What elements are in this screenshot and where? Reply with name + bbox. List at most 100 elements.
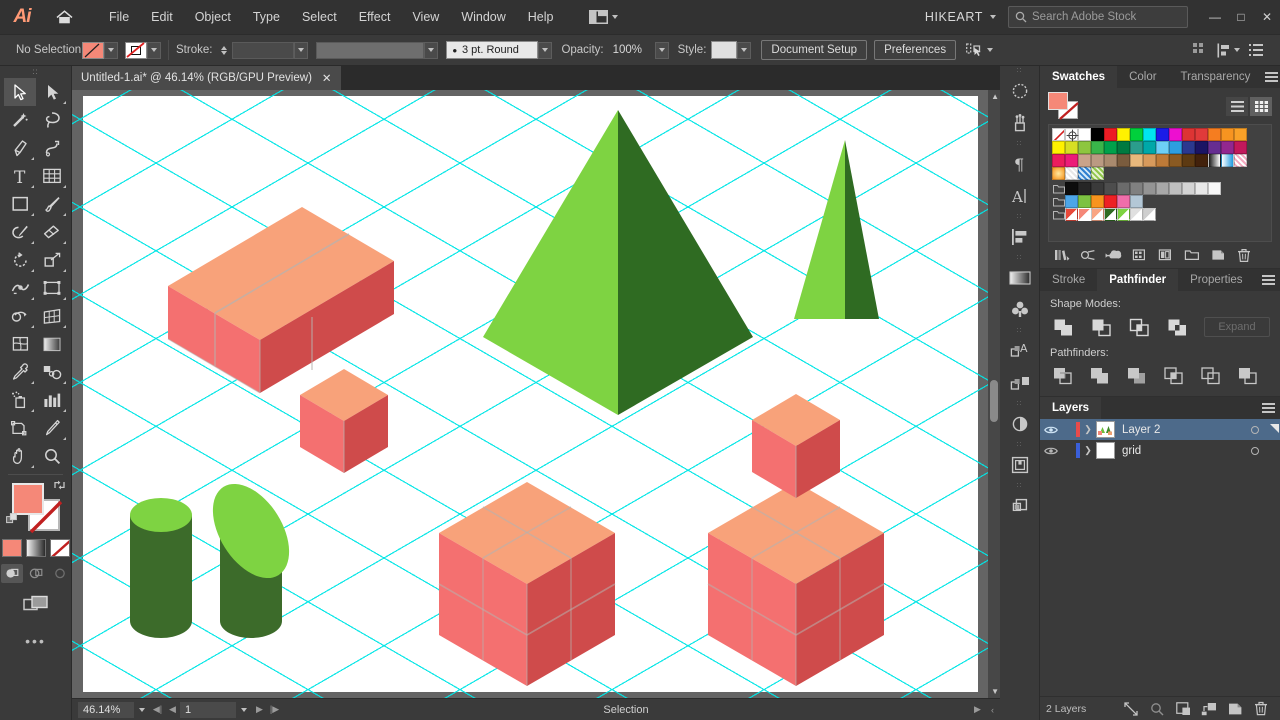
artboard-dropdown-icon[interactable] (236, 707, 252, 712)
dock-group-grip-5[interactable]: :: (1000, 399, 1039, 408)
maximize-button[interactable]: □ (1228, 0, 1254, 34)
draw-behind-icon[interactable] (25, 564, 47, 583)
character-icon[interactable]: A (1000, 180, 1040, 212)
menu-file[interactable]: File (98, 5, 140, 29)
swatches-fill-stroke[interactable] (1048, 92, 1082, 120)
divide-icon[interactable] (1050, 365, 1076, 387)
make-clipping-mask-icon[interactable] (1170, 698, 1196, 720)
fill-dropdown[interactable] (104, 41, 118, 59)
color-group-folder-icon[interactable] (1052, 208, 1065, 221)
dock-group-grip-4[interactable]: :: (1000, 326, 1039, 335)
scale-tool[interactable] (36, 246, 68, 274)
search-layer-icon[interactable] (1144, 698, 1170, 720)
minus-front-icon[interactable] (1088, 316, 1114, 338)
canvas-vertical-scrollbar[interactable]: ▲ ▼ (988, 90, 1000, 698)
merge-icon[interactable] (1124, 365, 1150, 387)
shape-builder-tool[interactable] (4, 302, 36, 330)
show-swatch-kinds-icon[interactable] (1076, 245, 1100, 265)
direct-selection-tool[interactable] (36, 78, 68, 106)
status-text[interactable]: Selection (282, 704, 970, 716)
none-swatch-mode[interactable] (49, 539, 70, 557)
brushes-icon[interactable] (1000, 75, 1040, 107)
swap-fill-stroke-icon[interactable] (53, 479, 66, 491)
slice-tool[interactable] (36, 414, 68, 442)
layers-panel-menu-icon[interactable] (1256, 397, 1280, 419)
zoom-tool[interactable] (36, 442, 68, 470)
width-profile-dropdown[interactable] (424, 41, 439, 59)
dock-group-grip-6[interactable]: :: (1000, 440, 1039, 449)
dock-group-grip-7[interactable]: :: (1000, 481, 1039, 490)
align-panel-icon[interactable] (1217, 43, 1240, 58)
document-tab[interactable]: Untitled-1.ai* @ 46.14% (RGB/GPU Preview… (72, 66, 342, 90)
dock-group-grip-2[interactable]: :: (1000, 212, 1039, 221)
edit-toolbar-icon[interactable]: ••• (0, 633, 71, 649)
minimize-button[interactable]: — (1202, 0, 1228, 34)
list-view-icon[interactable] (1226, 96, 1248, 116)
canvas-scroll-thumb[interactable] (990, 380, 998, 422)
eraser-tool[interactable] (36, 218, 68, 246)
layer-visibility-icon[interactable] (1040, 425, 1062, 435)
home-icon[interactable] (44, 0, 84, 34)
new-swatch-icon[interactable] (1206, 245, 1230, 265)
brush-dropdown[interactable] (538, 41, 553, 59)
layer-row-grid[interactable]: ❯ grid (1040, 440, 1280, 461)
artboard-tool[interactable] (4, 414, 36, 442)
layer-name[interactable]: Layer 2 (1122, 424, 1244, 436)
user-name[interactable]: HIKEART (925, 10, 983, 24)
close-document-icon[interactable]: ✕ (322, 71, 332, 85)
crop-icon[interactable] (1161, 365, 1187, 387)
layer-expand-icon[interactable]: ❯ (1080, 445, 1096, 456)
selection-tool[interactable] (4, 78, 36, 106)
layer-expand-icon[interactable]: ❯ (1080, 424, 1096, 435)
delete-layer-icon[interactable] (1248, 698, 1274, 720)
artboard-number-input[interactable]: 1 (180, 701, 236, 718)
symbol-sprayer-tool[interactable] (4, 386, 36, 414)
free-transform-tool[interactable] (36, 274, 68, 302)
new-color-group-folder-icon[interactable] (1154, 245, 1178, 265)
trim-icon[interactable] (1087, 365, 1113, 387)
graphic-styles-icon[interactable] (1000, 294, 1040, 326)
graphic-style-swatch[interactable] (711, 41, 738, 59)
menu-view[interactable]: View (401, 5, 450, 29)
menu-object[interactable]: Object (184, 5, 242, 29)
tab-transparency[interactable]: Transparency (1169, 66, 1263, 88)
color-group-icon[interactable] (1102, 245, 1126, 265)
opacity-dropdown[interactable] (654, 41, 669, 59)
canvas-area[interactable]: ▲ ▼ (72, 90, 1000, 698)
change-screen-mode-icon[interactable] (0, 595, 71, 615)
stroke-weight-stepper[interactable] (218, 45, 230, 55)
blend-tool[interactable] (36, 358, 68, 386)
locate-object-icon[interactable] (1118, 698, 1144, 720)
paragraph-icon[interactable]: ¶ (1000, 148, 1040, 180)
tab-swatches[interactable]: Swatches (1040, 66, 1118, 88)
delete-swatch-icon[interactable] (1232, 245, 1256, 265)
pathfinder-panel-menu-icon[interactable] (1256, 269, 1280, 291)
menu-help[interactable]: Help (517, 5, 565, 29)
status-menu-icon[interactable]: ▶ (970, 704, 985, 715)
gradient-icon[interactable] (1000, 262, 1040, 294)
stroke-weight-input[interactable] (232, 41, 295, 59)
perspective-grid-tool[interactable] (36, 302, 68, 330)
pen-tool[interactable] (4, 134, 36, 162)
layer-name[interactable]: grid (1122, 445, 1244, 457)
magic-wand-tool[interactable] (4, 106, 36, 134)
paintbrush-tool[interactable] (36, 190, 68, 218)
layer-target-icon[interactable] (1244, 425, 1266, 434)
align-to-selection-icon[interactable] (966, 42, 994, 58)
artwork-shapes[interactable] (72, 90, 1000, 698)
color-group-folder-icon[interactable] (1052, 182, 1065, 195)
transparency-icon[interactable] (1000, 408, 1040, 440)
create-new-sublayer-icon[interactable] (1196, 698, 1222, 720)
stroke-swatch[interactable] (125, 41, 147, 59)
tab-layers[interactable]: Layers (1040, 397, 1102, 419)
layer-target-icon[interactable] (1244, 446, 1266, 455)
dock-grip[interactable]: :: (1000, 66, 1039, 75)
rectangle-tool[interactable] (4, 190, 36, 218)
tab-pathfinder[interactable]: Pathfinder (1097, 269, 1179, 291)
search-adobe-stock-input[interactable]: Search Adobe Stock (1008, 6, 1188, 28)
preferences-button[interactable]: Preferences (874, 40, 957, 60)
swatch-options-icon[interactable] (1128, 245, 1152, 265)
layer-row-layer2[interactable]: ❯ Layer 2 (1040, 419, 1280, 440)
close-button[interactable]: ✕ (1254, 0, 1280, 34)
zoom-level-input[interactable]: 46.14% (78, 701, 134, 718)
